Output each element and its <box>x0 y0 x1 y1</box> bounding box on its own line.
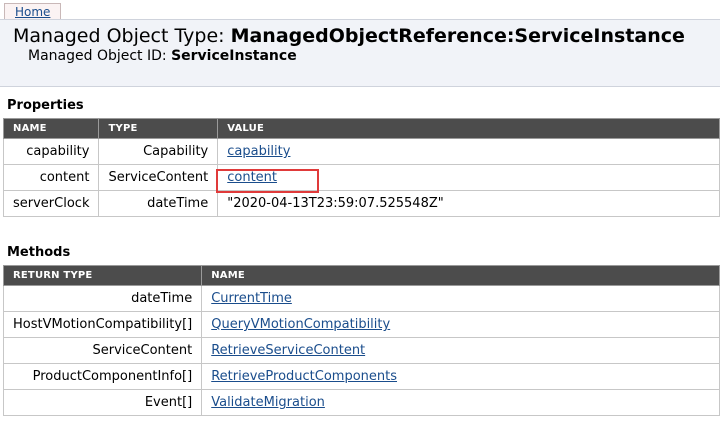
property-type: ServiceContent <box>98 164 219 191</box>
id-label: Managed Object ID: <box>28 48 172 64</box>
column-header-return-type: RETURN TYPE <box>2 265 203 286</box>
method-return-type: Event[] <box>2 389 203 416</box>
table-row: ServiceContent RetrieveServiceContent <box>2 337 720 364</box>
method-name-cell: RetrieveProductComponents <box>201 363 720 390</box>
properties-table: NAME TYPE VALUE capability Capability ca… <box>2 118 720 217</box>
column-header-method-name: NAME <box>201 265 720 286</box>
table-row: dateTime CurrentTime <box>2 285 720 312</box>
retrieve-product-components-link[interactable]: RetrieveProductComponents <box>211 369 397 384</box>
methods-table: RETURN TYPE NAME dateTime CurrentTime Ho… <box>2 265 720 416</box>
method-return-type: ProductComponentInfo[] <box>2 363 203 390</box>
method-name-cell: CurrentTime <box>201 285 720 312</box>
current-time-link[interactable]: CurrentTime <box>211 291 292 306</box>
table-row: serverClock dateTime "2020-04-13T23:59:0… <box>2 190 720 217</box>
column-header-value: VALUE <box>217 118 720 139</box>
home-tab[interactable]: Home <box>4 3 62 20</box>
table-row: capability Capability capability <box>2 138 720 165</box>
method-name-cell: ValidateMigration <box>201 389 720 416</box>
property-name: capability <box>2 138 100 165</box>
retrieve-service-content-link[interactable]: RetrieveServiceContent <box>211 343 365 358</box>
property-name: content <box>2 164 100 191</box>
methods-header-row: RETURN TYPE NAME <box>2 265 720 286</box>
property-type: Capability <box>98 138 219 165</box>
page-title: Managed Object Type: ManagedObjectRefere… <box>13 25 685 47</box>
method-name-cell: QueryVMotionCompatibility <box>201 311 720 338</box>
validate-migration-link[interactable]: ValidateMigration <box>211 395 325 410</box>
method-name-cell: RetrieveServiceContent <box>201 337 720 364</box>
type-label: Managed Object Type: <box>13 25 231 47</box>
property-name: serverClock <box>2 190 100 217</box>
capability-link[interactable]: capability <box>227 144 290 159</box>
home-link[interactable]: Home <box>15 5 50 19</box>
type-value: ManagedObjectReference:ServiceInstance <box>230 25 685 47</box>
method-return-type: dateTime <box>2 285 203 312</box>
property-value: "2020-04-13T23:59:07.525548Z" <box>217 190 720 217</box>
table-row: Event[] ValidateMigration <box>2 389 720 416</box>
page-header: Managed Object Type: ManagedObjectRefere… <box>0 19 720 87</box>
id-value: ServiceInstance <box>171 48 297 64</box>
methods-title: Methods <box>7 245 71 260</box>
properties-title: Properties <box>7 98 84 113</box>
method-return-type: HostVMotionCompatibility[] <box>2 311 203 338</box>
method-return-type: ServiceContent <box>2 337 203 364</box>
content-highlight-box <box>216 169 319 193</box>
query-vmotion-compatibility-link[interactable]: QueryVMotionCompatibility <box>211 317 390 332</box>
table-row: HostVMotionCompatibility[] QueryVMotionC… <box>2 311 720 338</box>
properties-header-row: NAME TYPE VALUE <box>2 118 720 139</box>
table-row: content ServiceContent content <box>2 164 720 191</box>
property-value-cell: capability <box>217 138 720 165</box>
property-type: dateTime <box>98 190 219 217</box>
column-header-name: NAME <box>2 118 100 139</box>
page-subtitle: Managed Object ID: ServiceInstance <box>28 48 297 64</box>
column-header-type: TYPE <box>98 118 219 139</box>
table-row: ProductComponentInfo[] RetrieveProductCo… <box>2 363 720 390</box>
